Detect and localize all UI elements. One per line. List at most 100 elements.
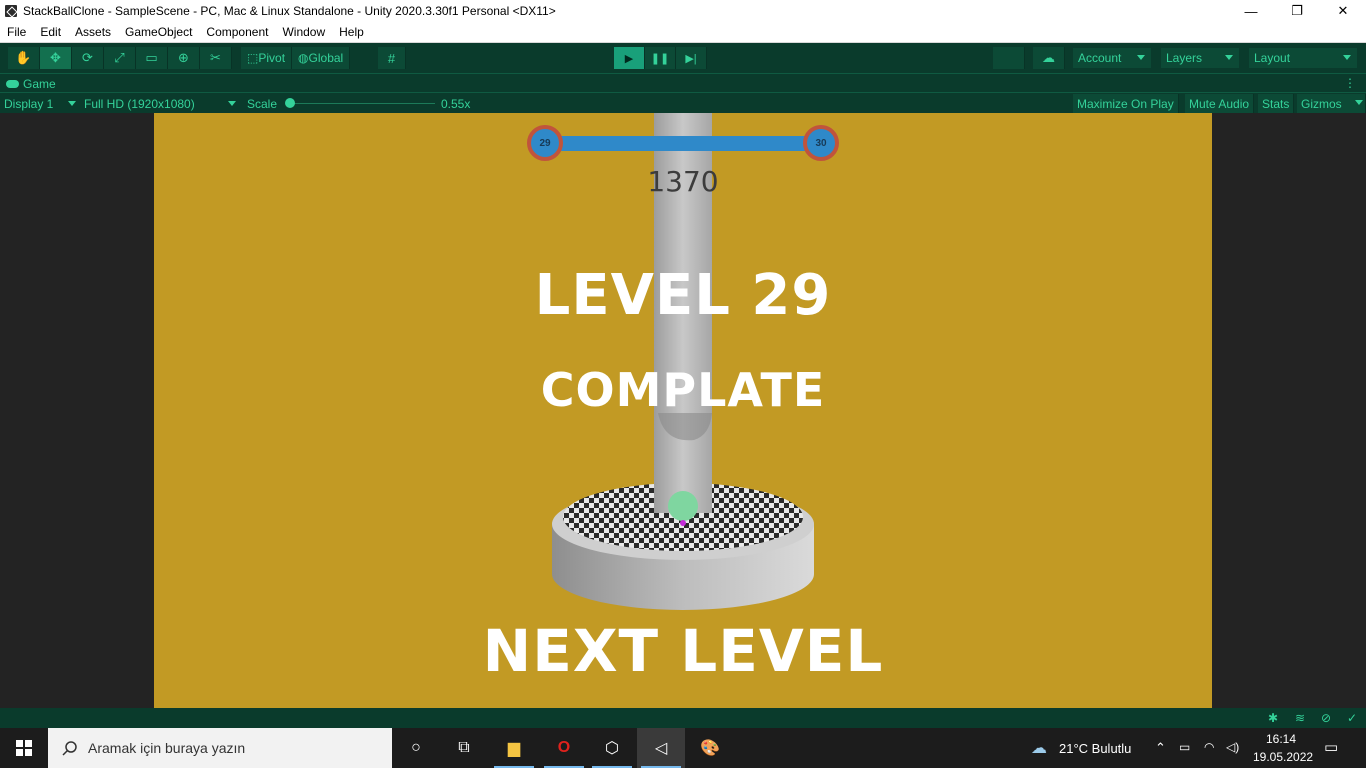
- score-text: 1370: [647, 165, 719, 198]
- unity-editor-icon[interactable]: ◁: [637, 728, 685, 768]
- main-toolbar: ✋ ✥ ⟳ ⤢ ▭ ⊕ ✂ ⬚ Pivot ◍ Global # ▶ ❚❚ ▶| ☁…: [0, 43, 1366, 73]
- menu-help[interactable]: Help: [339, 25, 364, 39]
- battery-icon[interactable]: ▭: [1179, 740, 1190, 754]
- windows-start-button[interactable]: [0, 728, 48, 768]
- mute-audio-toggle[interactable]: Mute Audio: [1185, 94, 1255, 113]
- stats-toggle[interactable]: Stats: [1258, 94, 1295, 113]
- menu-edit[interactable]: Edit: [40, 25, 61, 39]
- collab-group: [993, 47, 1025, 69]
- display-dropdown[interactable]: Display 1: [4, 95, 78, 112]
- show-hidden-icons-chevron[interactable]: ⌃: [1155, 740, 1166, 756]
- pivot-label: Pivot: [258, 51, 286, 65]
- menu-gameobject[interactable]: GameObject: [125, 25, 192, 39]
- tab-game[interactable]: Game: [6, 76, 56, 92]
- custom-tool-icon[interactable]: ✂: [200, 47, 232, 69]
- transform-tools: ✋ ✥ ⟳ ⤢ ▭ ⊕ ✂: [8, 47, 232, 69]
- menu-window[interactable]: Window: [282, 25, 325, 39]
- unity-hub-icon[interactable]: ⬡: [588, 728, 636, 768]
- file-explorer-icon[interactable]: ▆: [490, 728, 538, 768]
- weather-cloud-icon[interactable]: ☁: [1024, 728, 1054, 768]
- rect-tool-icon[interactable]: ▭: [136, 47, 168, 69]
- window-controls: — ❐ ✕: [1228, 0, 1366, 22]
- check-circle-icon[interactable]: ✓: [1345, 711, 1359, 725]
- task-view-icon[interactable]: ⧉: [440, 728, 488, 768]
- chevron-down-icon: [1355, 100, 1363, 105]
- gizmos-toggle[interactable]: Gizmos: [1297, 94, 1366, 113]
- grid-snap-icon[interactable]: #: [378, 47, 406, 69]
- window-titlebar: StackBallClone - SampleScene - PC, Mac &…: [0, 0, 1366, 22]
- paint-icon[interactable]: 🎨: [686, 728, 734, 768]
- chevron-down-icon: [1137, 55, 1145, 60]
- scale-label: Scale: [247, 96, 278, 111]
- global-toggle[interactable]: ◍ Global: [292, 47, 351, 69]
- account-dropdown[interactable]: Account: [1073, 48, 1151, 68]
- cortana-icon[interactable]: ○: [392, 728, 440, 768]
- global-label: Global: [308, 51, 344, 65]
- resolution-label: Full HD (1920x1080): [84, 96, 195, 111]
- current-level-badge: 29: [527, 125, 563, 161]
- grid-snap-group: #: [378, 47, 406, 69]
- cloud-icon[interactable]: ☁: [1033, 47, 1065, 69]
- globe-icon: ◍: [298, 51, 309, 65]
- unity-app-icon: [5, 5, 17, 17]
- close-button[interactable]: ✕: [1320, 0, 1366, 22]
- collab-icon[interactable]: [993, 47, 1025, 69]
- menu-bar: File Edit Assets GameObject Component Wi…: [0, 22, 1366, 43]
- clock-time[interactable]: 16:14: [1266, 732, 1296, 746]
- editor-status-bar: ✱ ≋ ⊘ ✓: [0, 708, 1366, 728]
- next-level-button[interactable]: NEXT LEVEL: [154, 617, 1212, 685]
- weather-text[interactable]: 21°C Bulutlu: [1059, 741, 1131, 756]
- minimize-button[interactable]: —: [1228, 0, 1274, 22]
- chevron-down-icon: [1343, 55, 1351, 60]
- more-options-icon[interactable]: ⋮: [1344, 76, 1356, 90]
- transform-tool-icon[interactable]: ⊕: [168, 47, 200, 69]
- clock-date[interactable]: 19.05.2022: [1253, 750, 1313, 764]
- layout-dropdown[interactable]: Layout: [1249, 48, 1357, 68]
- scale-tool-icon[interactable]: ⤢: [104, 47, 136, 69]
- game-view[interactable]: 29 30 1370 LEVEL 29 COMPLATE NEXT LEVEL: [154, 113, 1212, 708]
- wifi-icon[interactable]: ◠: [1204, 740, 1214, 754]
- pause-button[interactable]: ❚❚: [645, 47, 676, 69]
- rotate-tool-icon[interactable]: ⟳: [72, 47, 104, 69]
- opera-browser-icon[interactable]: O: [540, 728, 588, 768]
- restore-button[interactable]: ❐: [1274, 0, 1320, 22]
- windows-logo-icon: [16, 740, 32, 756]
- menu-component[interactable]: Component: [206, 25, 268, 39]
- notifications-icon[interactable]: ▭: [1324, 738, 1338, 756]
- complete-text: COMPLATE: [540, 363, 826, 417]
- pivot-toggle[interactable]: ⬚ Pivot: [241, 47, 293, 69]
- maximize-on-play-toggle[interactable]: Maximize On Play: [1073, 94, 1179, 113]
- tab-game-label: Game: [23, 77, 56, 91]
- move-tool-icon[interactable]: ✥: [40, 47, 72, 69]
- gamepad-icon: [6, 80, 19, 88]
- layers-dropdown[interactable]: Layers: [1161, 48, 1239, 68]
- bug-icon[interactable]: ✱: [1266, 711, 1280, 725]
- scale-value: 0.55x: [441, 96, 471, 111]
- hand-tool-icon[interactable]: ✋: [8, 47, 40, 69]
- no-bug-icon[interactable]: ⊘: [1319, 711, 1333, 725]
- volume-icon[interactable]: ◁): [1226, 740, 1239, 754]
- menu-assets[interactable]: Assets: [75, 25, 111, 39]
- scale-slider-thumb[interactable]: [285, 98, 295, 108]
- menu-file[interactable]: File: [7, 25, 26, 39]
- game-view-controls: Display 1 Full HD (1920x1080) Scale 0.55…: [0, 92, 1366, 113]
- chevron-down-icon: [228, 101, 236, 106]
- scale-slider-track[interactable]: [289, 103, 435, 104]
- step-button[interactable]: ▶|: [676, 47, 707, 69]
- level-progress-bar: [561, 136, 815, 151]
- playmode-controls: ▶ ❚❚ ▶|: [614, 47, 707, 69]
- search-icon: [62, 741, 77, 756]
- pivot-global-group: ⬚ Pivot ◍ Global: [241, 47, 351, 69]
- chevron-down-icon: [68, 101, 76, 106]
- ball-shadow-dot: [680, 520, 686, 526]
- resolution-dropdown[interactable]: Full HD (1920x1080): [84, 95, 240, 112]
- play-button[interactable]: ▶: [614, 47, 645, 69]
- cloud-group: ☁: [1033, 47, 1065, 69]
- next-level-badge: 30: [803, 125, 839, 161]
- level-title: LEVEL 29: [534, 263, 832, 328]
- layers-stack-icon[interactable]: ≋: [1293, 711, 1307, 725]
- chevron-down-icon: [1225, 55, 1233, 60]
- taskbar-search-box[interactable]: Aramak için buraya yazın: [48, 728, 392, 768]
- account-label: Account: [1078, 51, 1122, 65]
- player-ball: [668, 491, 698, 521]
